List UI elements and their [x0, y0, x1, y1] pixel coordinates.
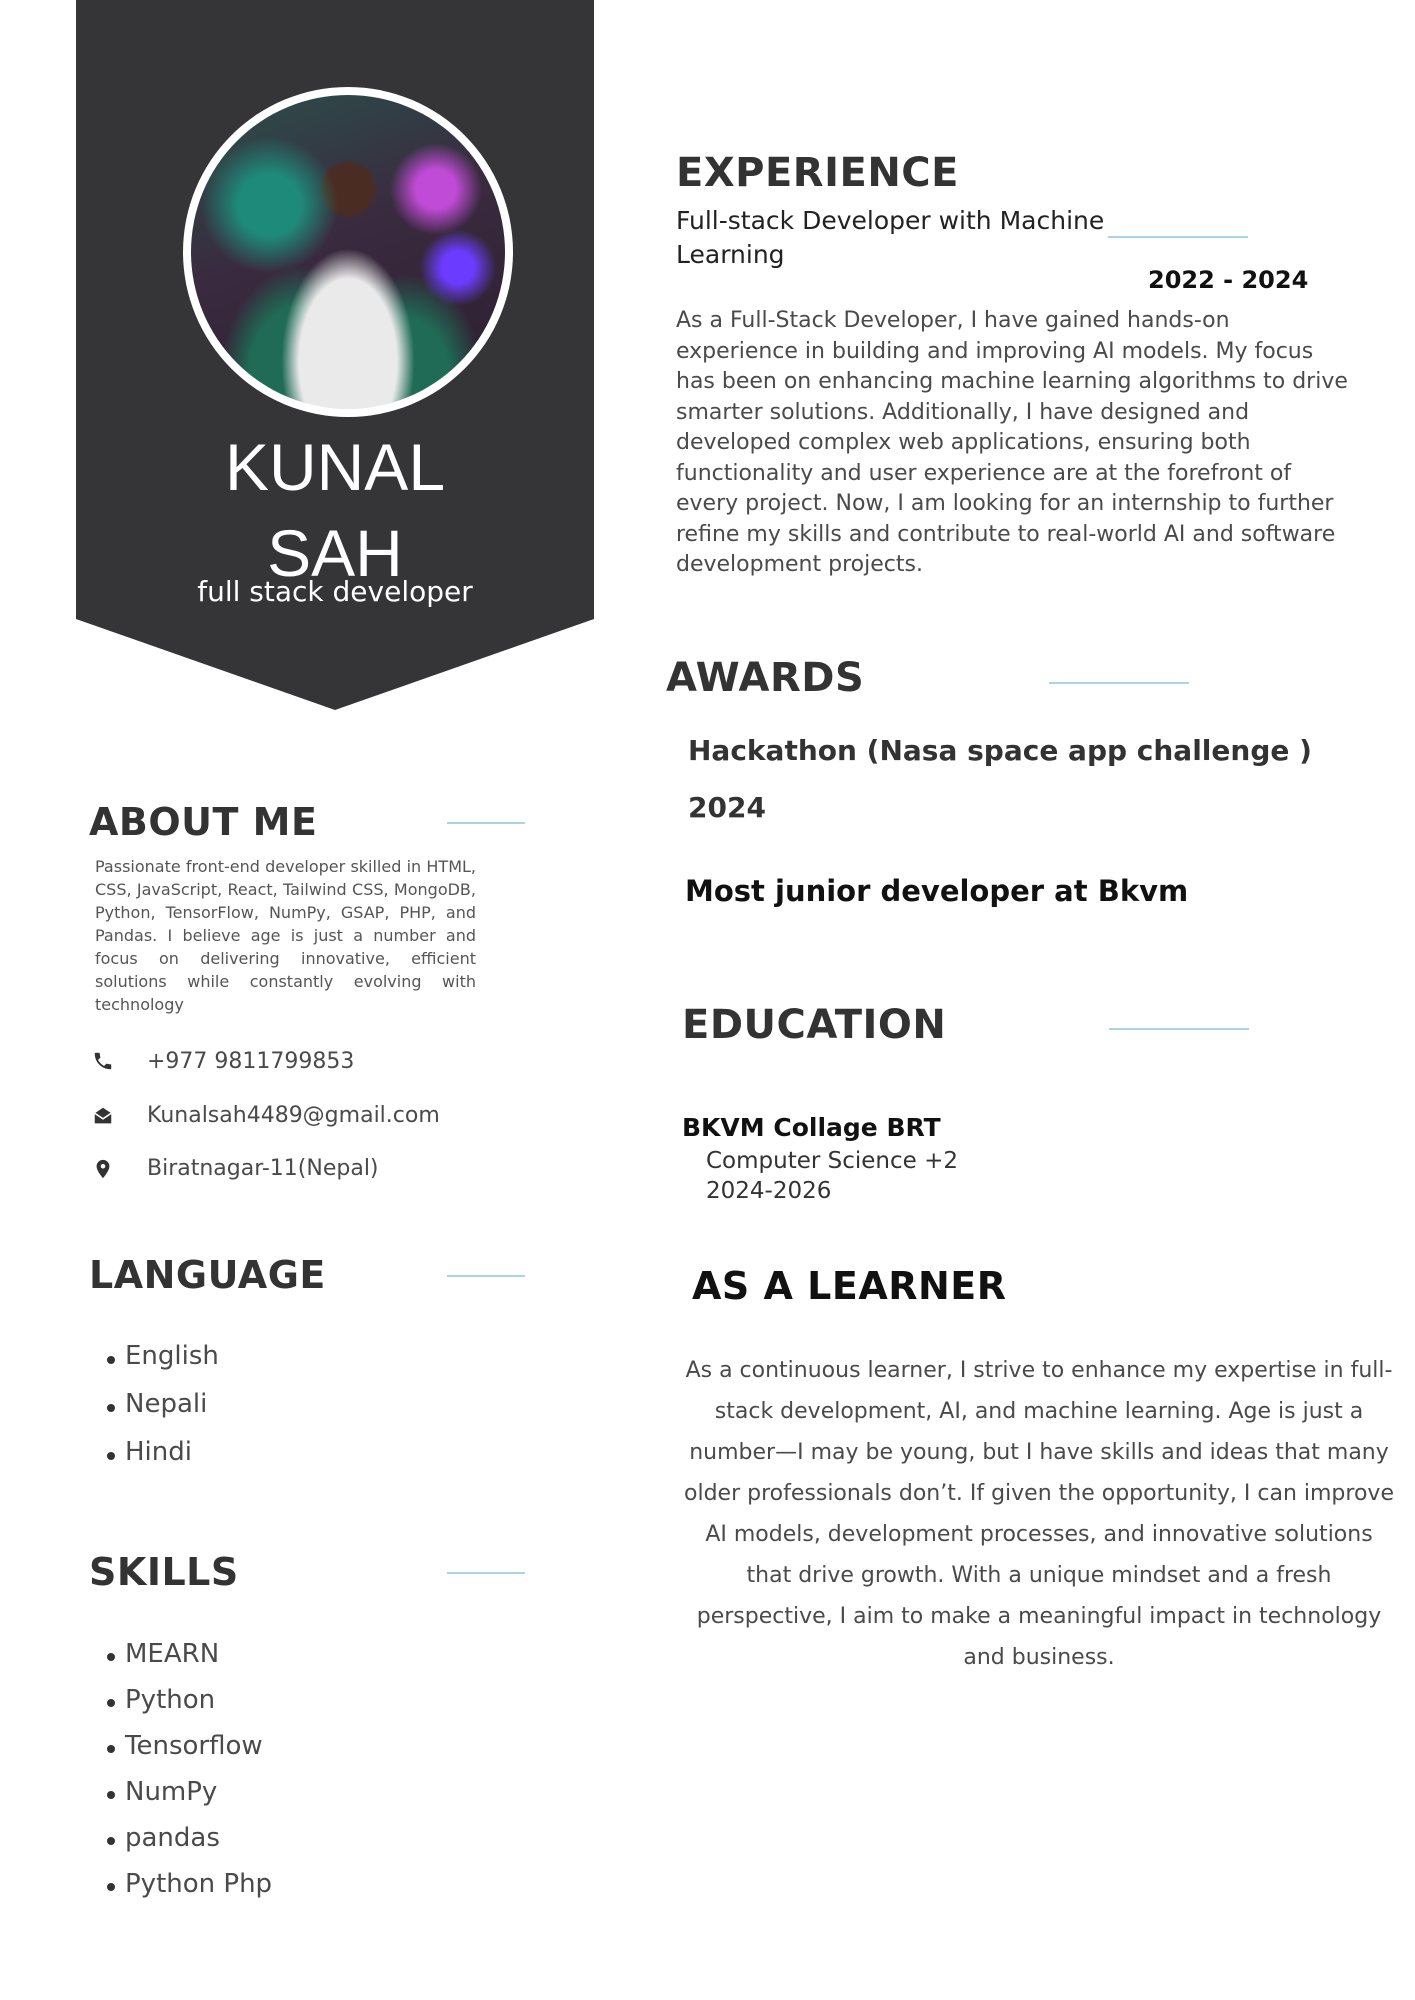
- about-heading: ABOUT ME: [89, 800, 318, 844]
- list-item: MEARN: [80, 1634, 480, 1680]
- list-item: Hindi: [80, 1432, 480, 1480]
- language-rule: [447, 1275, 525, 1277]
- about-text: Passionate front-end developer skilled i…: [95, 857, 476, 1014]
- learner-text: As a continuous learner, I strive to enh…: [684, 1358, 1394, 1670]
- experience-heading: EXPERIENCE: [676, 150, 959, 196]
- awards-rule: [1049, 682, 1189, 684]
- bullet: [107, 1653, 115, 1661]
- job-role: full stack developer: [197, 575, 473, 608]
- profile-photo: [191, 95, 505, 409]
- location: Biratnagar-11(Nepal): [147, 1156, 379, 1181]
- education-program: Computer Science +2: [706, 1148, 959, 1174]
- phone-number: +977 9811799853: [147, 1049, 355, 1074]
- award-2-title: Most junior developer at Bkvm: [685, 874, 1189, 908]
- list-item: pandas: [80, 1818, 480, 1864]
- bullet: [107, 1837, 115, 1845]
- list-item: Tensorflow: [80, 1726, 480, 1772]
- list-item: Nepali: [80, 1384, 480, 1432]
- award-1-year: 2024: [688, 791, 766, 824]
- job-title-line-1: Full-stack Developer with Machine: [676, 206, 1105, 235]
- list-item: Python: [80, 1680, 480, 1726]
- language-heading: LANGUAGE: [89, 1253, 326, 1297]
- bullet: [107, 1883, 115, 1891]
- bullet: [107, 1356, 115, 1364]
- language-list: English Nepali Hindi: [80, 1336, 480, 1480]
- education-rule: [1109, 1028, 1249, 1030]
- skills-list: MEARN Python Tensorflow NumPy pandas Pyt…: [80, 1634, 480, 1910]
- skills-heading: SKILLS: [89, 1550, 239, 1594]
- bullet: [107, 1699, 115, 1707]
- list-item: NumPy: [80, 1772, 480, 1818]
- bullet: [107, 1404, 115, 1412]
- experience-text: As a Full-Stack Developer, I have gained…: [676, 308, 1348, 577]
- about-rule: [447, 822, 525, 824]
- award-1-title: Hackathon (Nasa space app challenge ): [688, 734, 1312, 767]
- bullet: [107, 1791, 115, 1799]
- bullet: [107, 1745, 115, 1753]
- list-item: Python Php: [80, 1864, 480, 1910]
- map-pin-icon: [92, 1158, 114, 1184]
- education-heading: EDUCATION: [682, 1002, 947, 1048]
- experience-rule: [1108, 236, 1248, 238]
- school-name: BKVM Collage BRT: [682, 1113, 941, 1142]
- job-title: Full-stack Developer with Machine Learni…: [676, 204, 1104, 272]
- job-title-line-2: Learning: [676, 240, 785, 269]
- name-heading: KUNAL SAH: [76, 424, 594, 596]
- list-item: English: [80, 1336, 480, 1384]
- name-line-1: KUNAL: [224, 430, 446, 504]
- envelope-icon: [92, 1105, 114, 1131]
- education-years: 2024-2026: [706, 1178, 832, 1204]
- email-address: Kunalsah4489@gmail.com: [147, 1103, 440, 1128]
- phone-icon: [92, 1050, 114, 1076]
- experience-years: 2022 - 2024: [1148, 266, 1309, 294]
- learner-heading: AS A LEARNER: [692, 1264, 1007, 1308]
- bullet: [107, 1452, 115, 1460]
- skills-rule: [447, 1572, 525, 1574]
- awards-heading: AWARDS: [666, 655, 865, 701]
